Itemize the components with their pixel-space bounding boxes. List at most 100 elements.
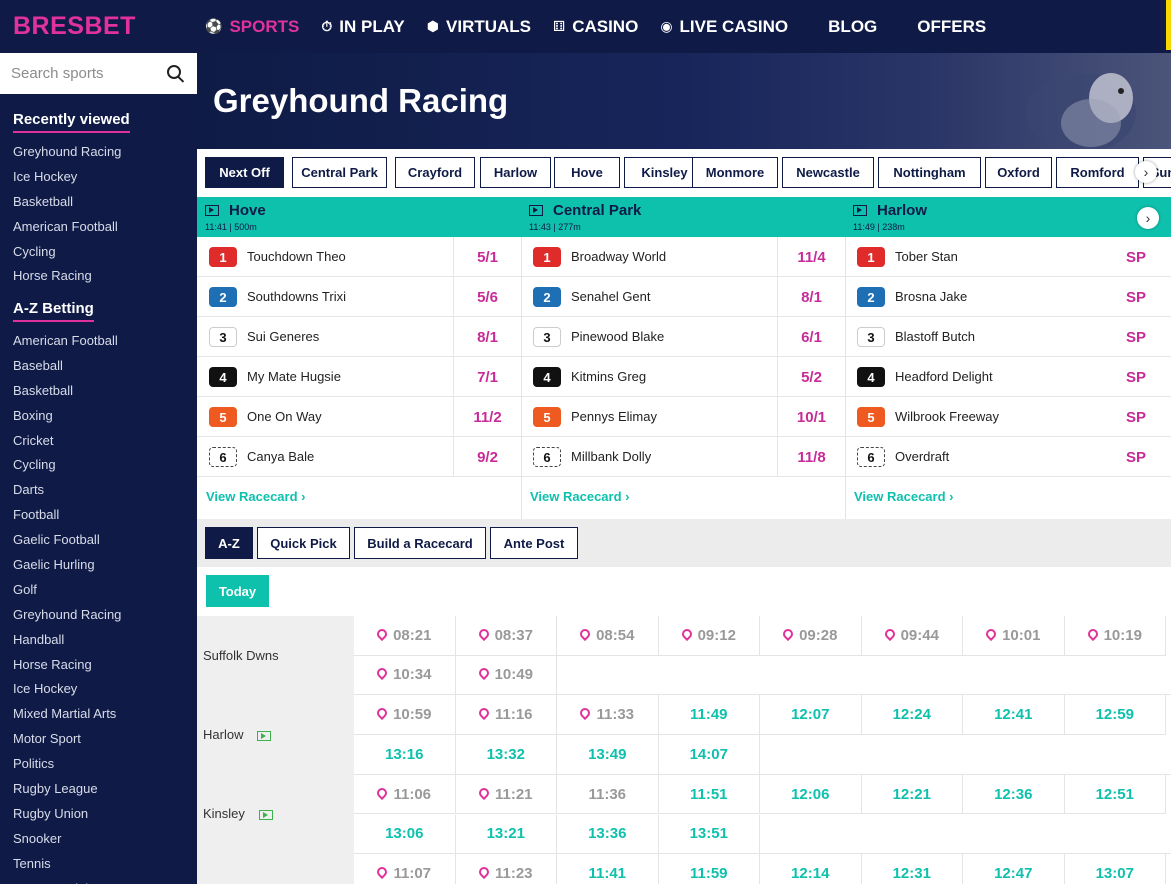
sidebar-sport-item[interactable]: Cricket [13, 431, 121, 456]
sidebar-sport-item[interactable]: American Football [13, 331, 121, 356]
sidebar-sport-item[interactable]: Football [13, 505, 121, 530]
runner-row[interactable]: 4 Headford Delight SP [845, 357, 1171, 397]
odds-button[interactable]: SP [1101, 437, 1171, 477]
tab-romford[interactable]: Romford [1056, 157, 1139, 188]
race-time-cell[interactable]: 09:28 [760, 616, 862, 656]
nav-item-sports[interactable]: ⚽ SPORTS [205, 17, 299, 37]
race-time-cell[interactable]: 11:23 [455, 854, 557, 884]
odds-button[interactable]: 11/8 [777, 437, 845, 477]
sidebar-sport-item[interactable]: Boxing [13, 406, 121, 431]
sidebar-sport-item[interactable]: Basketball [13, 381, 121, 406]
tabs-scroll-right-arrow-icon[interactable]: › [1135, 161, 1157, 183]
odds-button[interactable]: SP [1101, 237, 1171, 277]
subtab-ante-post[interactable]: Ante Post [490, 527, 578, 559]
race-time-cell[interactable]: 12:07 [760, 695, 862, 735]
subtab-a-z[interactable]: A-Z [205, 527, 253, 559]
tab-oxford[interactable]: Oxford [985, 157, 1052, 188]
search-input[interactable] [11, 65, 161, 82]
view-racecard-link[interactable]: View Racecard › [206, 489, 306, 504]
sidebar-recent-item[interactable]: Horse Racing [13, 266, 121, 291]
race-time-cell[interactable]: 10:49 [455, 655, 557, 696]
odds-button[interactable]: SP [1101, 317, 1171, 357]
nav-item-live-casino[interactable]: ◉ LIVE CASINO [660, 17, 788, 37]
runner-row[interactable]: 2 Brosna Jake SP [845, 277, 1171, 317]
sidebar-sport-item[interactable]: Darts [13, 480, 121, 505]
tab-next-off[interactable]: Next Off [205, 157, 284, 188]
race-time-cell[interactable]: 13:51 [658, 814, 760, 854]
subtab-build-a-racecard[interactable]: Build a Racecard [354, 527, 486, 559]
race-time-cell[interactable]: 13:07 [1064, 854, 1166, 884]
race-time-cell[interactable]: 11:16 [455, 695, 557, 735]
race-time-cell[interactable]: 13:16 [354, 735, 456, 775]
odds-button[interactable]: 11/2 [453, 397, 521, 437]
runner-row[interactable]: 2 Senahel Gent 8/1 [521, 277, 845, 317]
odds-button[interactable]: 7/1 [453, 357, 521, 397]
race-time-cell[interactable]: 11:41 [557, 854, 659, 884]
sidebar-sport-item[interactable]: Politics [13, 754, 121, 779]
race-time-cell[interactable]: 12:31 [861, 854, 963, 884]
tab-nottingham[interactable]: Nottingham [878, 157, 981, 188]
tab-hove[interactable]: Hove [554, 157, 620, 188]
race-time-cell[interactable]: 09:12 [658, 616, 760, 656]
race-time-cell[interactable]: 11:06 [354, 774, 456, 815]
race-time-cell[interactable]: 11:36 [557, 774, 659, 815]
nav-item-casino[interactable]: ⚅ CASINO [553, 17, 638, 37]
runner-row[interactable]: 2 Southdowns Trixi 5/6 [197, 277, 521, 317]
odds-button[interactable]: 5/1 [453, 237, 521, 277]
sidebar-sport-item[interactable]: Golf [13, 580, 121, 605]
runner-row[interactable]: 3 Blastoff Butch SP [845, 317, 1171, 357]
runner-row[interactable]: 3 Sui Generes 8/1 [197, 317, 521, 357]
sidebar-sport-item[interactable]: Horse Racing [13, 655, 121, 680]
tab-crayford[interactable]: Crayford [395, 157, 475, 188]
odds-button[interactable]: SP [1101, 357, 1171, 397]
race-time-cell[interactable]: 10:19 [1064, 616, 1166, 656]
race-time-cell[interactable]: 11:07 [354, 854, 456, 884]
venue-label[interactable]: Suffolk Dwns [197, 616, 354, 696]
race-time-cell[interactable]: 08:37 [455, 616, 557, 656]
odds-button[interactable]: 5/2 [777, 357, 845, 397]
odds-button[interactable]: SP [1101, 277, 1171, 317]
race-time-cell[interactable]: 09:44 [861, 616, 963, 656]
sidebar-recent-item[interactable]: Basketball [13, 192, 121, 217]
sidebar-sport-item[interactable]: TV & Specials [13, 879, 121, 884]
race-time-cell[interactable]: 14:07 [658, 735, 760, 775]
race-time-cell[interactable]: 12:51 [1064, 774, 1166, 815]
search-icon[interactable] [167, 65, 181, 79]
race-header[interactable]: Central Park 11:43 | 277m [521, 197, 845, 237]
race-time-cell[interactable]: 10:34 [354, 655, 456, 696]
race-time-cell[interactable]: 11:21 [455, 774, 557, 815]
race-time-cell[interactable]: 12:14 [760, 854, 862, 884]
odds-button[interactable]: SP [1101, 397, 1171, 437]
runner-row[interactable]: 1 Touchdown Theo 5/1 [197, 237, 521, 277]
runner-row[interactable]: 4 My Mate Hugsie 7/1 [197, 357, 521, 397]
odds-button[interactable]: 6/1 [777, 317, 845, 357]
runner-row[interactable]: 5 Pennys Elimay 10/1 [521, 397, 845, 437]
odds-button[interactable]: 9/2 [453, 437, 521, 477]
tab-newcastle[interactable]: Newcastle [782, 157, 874, 188]
race-time-cell[interactable]: 08:21 [354, 616, 456, 656]
sidebar-recent-item[interactable]: American Football [13, 217, 121, 242]
sidebar-sport-item[interactable]: Rugby League [13, 779, 121, 804]
sidebar-sport-item[interactable]: Ice Hockey [13, 679, 121, 704]
race-header[interactable]: Harlow 11:49 | 238m [845, 197, 1171, 237]
sidebar-sport-item[interactable]: Mixed Martial Arts [13, 704, 121, 729]
sidebar-recent-item[interactable]: Greyhound Racing [13, 142, 121, 167]
race-time-cell[interactable]: 11:33 [557, 695, 659, 735]
runner-row[interactable]: 6 Millbank Dolly 11/8 [521, 437, 845, 477]
race-time-cell[interactable]: 13:32 [455, 735, 557, 775]
odds-button[interactable]: 8/1 [453, 317, 521, 357]
race-time-cell[interactable]: 13:06 [354, 814, 456, 854]
race-time-cell[interactable]: 13:36 [557, 814, 659, 854]
race-time-cell[interactable]: 13:21 [455, 814, 557, 854]
sidebar-sport-item[interactable]: Cycling [13, 455, 121, 480]
runner-row[interactable]: 3 Pinewood Blake 6/1 [521, 317, 845, 357]
odds-button[interactable]: 5/6 [453, 277, 521, 317]
tab-monmore[interactable]: Monmore [692, 157, 778, 188]
sidebar-sport-item[interactable]: Gaelic Hurling [13, 555, 121, 580]
view-racecard-link[interactable]: View Racecard › [854, 489, 954, 504]
runner-row[interactable]: 5 One On Way 11/2 [197, 397, 521, 437]
view-racecard-link[interactable]: View Racecard › [530, 489, 630, 504]
runner-row[interactable]: 5 Wilbrook Freeway SP [845, 397, 1171, 437]
sidebar-sport-item[interactable]: Rugby Union [13, 804, 121, 829]
sidebar-sport-item[interactable]: Motor Sport [13, 729, 121, 754]
